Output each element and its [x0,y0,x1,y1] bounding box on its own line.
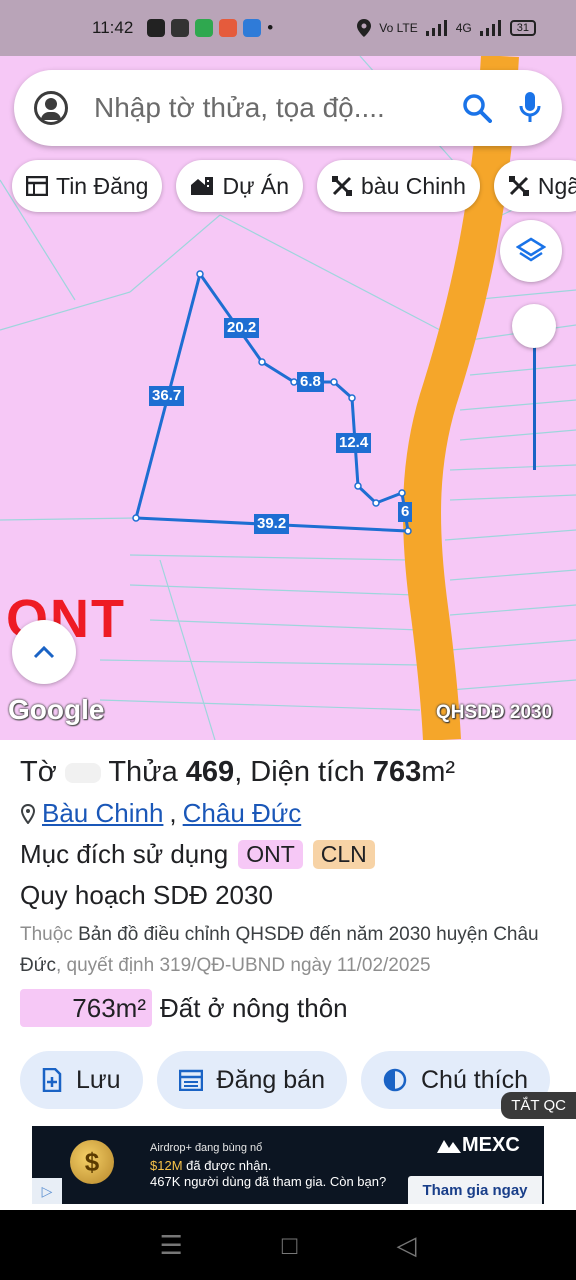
search-icon[interactable] [462,93,492,123]
building-icon [191,177,214,195]
edge-length-label: 20.2 [224,318,260,338]
purpose-line: Mục đích sử dụng ONT CLN [20,839,556,870]
purpose-tag-ont: ONT [238,840,303,869]
area-unit: m² [421,756,456,788]
signal-4g-icon [479,20,501,36]
add-note-icon [42,1068,62,1092]
news-app-icon [171,19,190,37]
home-button[interactable]: □ [282,1230,298,1261]
chip-label: bàu Chinh [361,172,466,199]
zone-area-value: 763m² [20,989,152,1027]
chip-du-an[interactable]: Dự Án [176,160,304,212]
zone-description: Đất ở nông thôn [160,992,348,1023]
post-sale-label: Đăng bán [216,1065,325,1094]
status-time: 11:42 [92,18,134,37]
back-button[interactable]: ◁ [396,1230,416,1261]
chip-nga[interactable]: Ngã [493,160,576,212]
photo-app-icon [219,19,238,37]
filter-chips: Tin Đăng Dự Án bàu Chinh Ngã [12,160,576,212]
account-icon[interactable] [34,91,68,125]
notification-icons: • [147,18,273,38]
purpose-label: Mục đích sử dụng [20,839,229,869]
location-icon [357,19,372,37]
plot-label: Thửa [108,756,178,788]
calendar-list-icon [178,1069,203,1091]
listing-icon [26,176,48,196]
district-link[interactable]: Châu Đức [183,798,302,829]
ad-line-2: $12M đã được nhận. [150,1158,271,1173]
chip-tin-dang[interactable]: Tin Đăng [12,160,163,212]
ad-cta-button[interactable]: Tham gia ngay [408,1176,542,1204]
chip-label: Tin Đăng [56,172,149,199]
network-label: 4G [455,21,472,35]
edge-length-label: 39.2 [254,514,290,534]
layers-icon [516,237,546,262]
zone-area-row: 763m² Đất ở nông thôn [20,989,556,1027]
chevron-up-icon [33,645,55,659]
separator: , [169,798,177,828]
calculator-app-icon [195,19,214,37]
layer-name-label: QHSDĐ 2030 [436,702,553,723]
purpose-tag-cln: CLN [312,840,375,869]
microphone-icon[interactable] [518,91,542,125]
search-input[interactable] [94,92,424,124]
ad-line-1: Airdrop+ đang bùng nổ [150,1142,263,1154]
edge-length-label: 6.8 [297,372,324,392]
area-value: 763 [372,756,422,788]
action-buttons: Lưu Đăng bán Chú thích [20,1051,556,1109]
chip-label: Ngã [537,172,576,199]
tools-icon [508,176,529,196]
ad-line-2-text: đã được nhận. [182,1158,272,1173]
contrast-icon [383,1068,407,1092]
carrier-label: Vo LTE [379,21,418,35]
location-line: Bàu Chinh, Châu Đức [20,798,556,829]
location-pin-icon [20,803,36,824]
signal-icon [425,20,447,36]
search-bar[interactable] [14,70,562,146]
sheet-number-redacted [64,763,101,784]
status-bar: 11:42 • Vo LTE 4G 31 [0,0,576,56]
google-logo: Google [8,694,105,725]
road [403,56,519,740]
plan-description: Thuộc Bản đồ điều chỉnh QHSDĐ đến năm 20… [20,919,556,981]
parcel-title: Tờ Thửa 469, Diện tích 763m² [20,754,556,790]
ad-amount: $12M [150,1158,183,1173]
post-sale-button[interactable]: Đăng bán [156,1051,347,1109]
ad-choices-icon[interactable]: ▷ [32,1178,62,1204]
plan-decision: , quyết định 319/QĐ-UBND ngày 11/02/2025 [55,955,431,976]
coin-icon: $ [70,1140,114,1184]
mexc-logo-icon [437,1139,461,1153]
battery-icon: 31 [509,20,536,36]
notification-dot: • [267,18,274,37]
person-add-icon [147,19,166,37]
system-status: Vo LTE 4G 31 [357,19,536,37]
plan-title: Quy hoạch SDĐ 2030 [20,880,273,910]
layers-button[interactable] [500,220,562,282]
opacity-slider-thumb[interactable] [512,304,556,348]
hide-ads-button[interactable]: TẮT QC [501,1092,576,1119]
ad-brand: MEXC [462,1134,520,1156]
expand-panel-button[interactable] [12,620,76,684]
ad-banner[interactable]: $ Airdrop+ đang bùng nổ $12M đã được nhậ… [32,1126,544,1204]
ad-line-3: 467K người dùng đã tham gia. Còn bạn? [150,1174,387,1189]
chip-bau-chinh[interactable]: bàu Chinh [317,160,480,212]
system-nav-bar: ☰ □ ◁ [0,1210,576,1280]
commune-link[interactable]: Bàu Chinh [42,798,163,829]
edge-length-label: 6 [398,502,413,522]
browser-app-icon [243,19,262,37]
recent-apps-button[interactable]: ☰ [159,1230,182,1261]
plot-number: 469 [185,756,235,788]
tools-icon [332,176,353,196]
chip-label: Dự Án [222,172,290,199]
save-button[interactable]: Lưu [20,1051,143,1109]
save-label: Lưu [76,1065,121,1094]
legend-label: Chú thích [420,1065,528,1094]
area-label: , Diện tích [234,756,365,788]
sheet-label: Tờ [20,756,57,788]
ad-brand-logo: MEXC [436,1134,520,1157]
edge-length-label: 36.7 [149,386,185,406]
plan-prefix: Thuộc [20,924,73,945]
edge-length-label: 12.4 [336,433,372,453]
